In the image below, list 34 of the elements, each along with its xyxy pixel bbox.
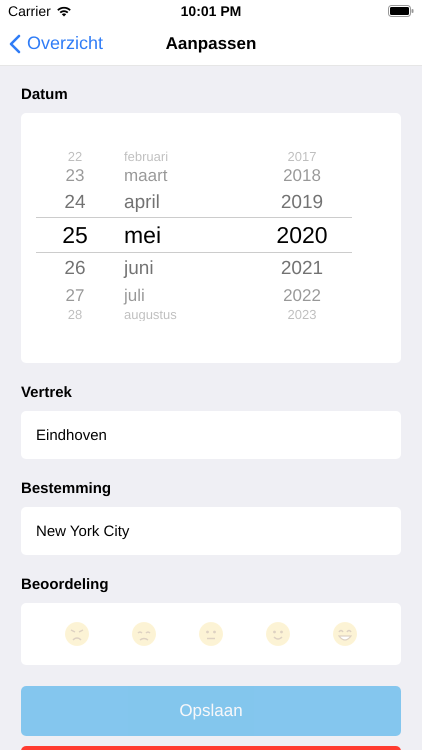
- back-button[interactable]: Overzicht: [0, 33, 104, 54]
- date-picker[interactable]: 22 februari 2017 23 maart 2018 24 april 2019 25 mei 2020 26 juni 2021 27 juli 2022 28 augustus 2023: [21, 113, 401, 363]
- picker-month[interactable]: mei: [100, 224, 244, 246]
- section-label: Vertrek: [21, 384, 73, 402]
- destination-field[interactable]: New York City: [21, 507, 401, 555]
- battery-icon: [388, 5, 414, 17]
- neutral-face-icon[interactable]: [198, 621, 224, 647]
- picker-year[interactable]: 2020: [252, 224, 352, 246]
- picker-year[interactable]: 2022: [252, 286, 352, 304]
- chevron-left-icon: [9, 34, 21, 54]
- picker-year[interactable]: 2019: [252, 192, 352, 212]
- picker-day[interactable]: 25: [50, 224, 100, 246]
- section-label: Datum: [21, 86, 69, 104]
- picker-month[interactable]: april: [100, 192, 244, 212]
- picker-day[interactable]: 23: [50, 166, 100, 184]
- section-label: Beoordeling: [21, 576, 110, 594]
- picker-year[interactable]: 2021: [252, 258, 352, 278]
- screen-title: Aanpassen: [164, 34, 258, 54]
- picker-year[interactable]: 2018: [252, 166, 352, 184]
- section-label: Bestemming: [21, 480, 112, 498]
- picker-month[interactable]: maart: [100, 166, 244, 184]
- grin-face-icon[interactable]: [332, 621, 358, 647]
- smile-face-icon[interactable]: [265, 621, 292, 647]
- clock-time: 10:01 PM: [180, 3, 242, 19]
- departure-field[interactable]: Eindhoven: [21, 411, 401, 459]
- picker-month[interactable]: juli: [100, 286, 244, 304]
- carrier-label: Carrier: [8, 3, 51, 19]
- wifi-icon: [56, 5, 72, 17]
- picker-day[interactable]: 26: [50, 258, 100, 278]
- picker-day[interactable]: 27: [50, 286, 100, 304]
- picker-day[interactable]: 24: [50, 192, 100, 212]
- picker-month[interactable]: juni: [100, 258, 244, 278]
- angry-face-icon[interactable]: [64, 621, 90, 647]
- sad-face-icon[interactable]: [130, 621, 157, 647]
